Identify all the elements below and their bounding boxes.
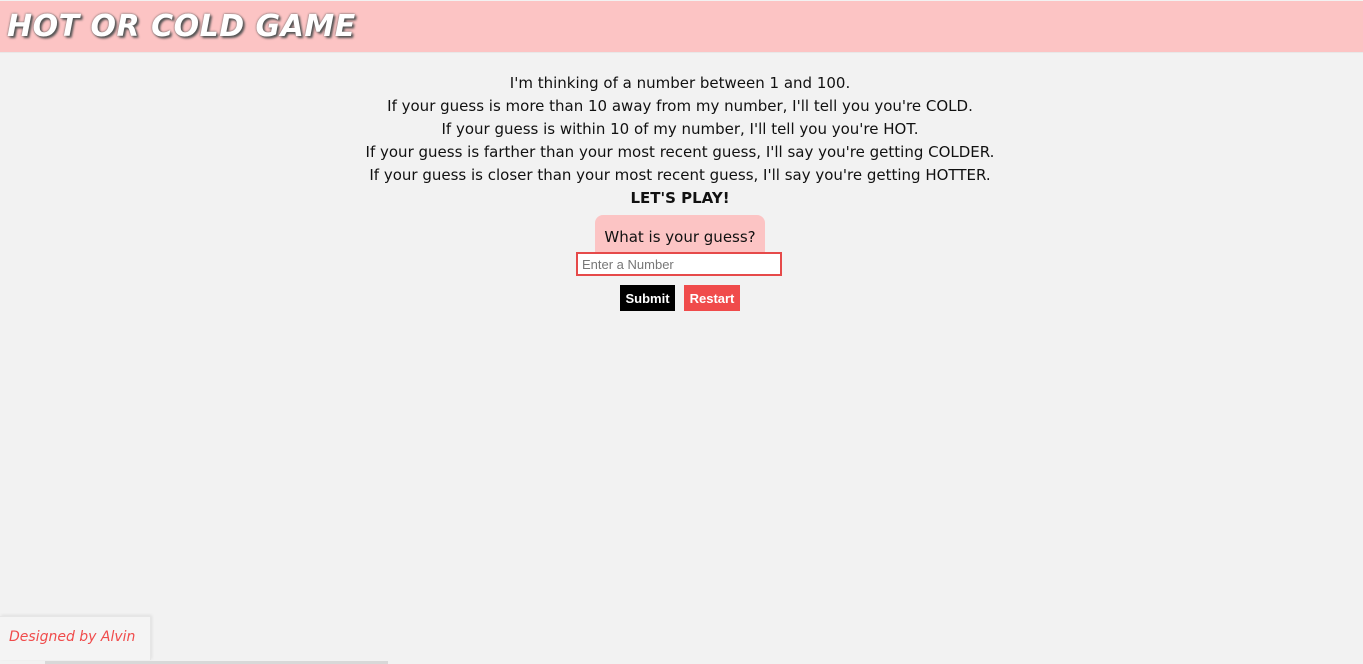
instruction-line: If your guess is within 10 of my number,… (441, 120, 919, 138)
instruction-line: I'm thinking of a number between 1 and 1… (509, 74, 851, 92)
game-instructions: I'm thinking of a number between 1 and 1… (0, 72, 1360, 210)
guess-prompt: What is your guess? (595, 215, 765, 253)
restart-button[interactable]: Restart (684, 285, 740, 311)
submit-button[interactable]: Submit (620, 285, 675, 311)
footer-credit: Designed by Alvin (0, 616, 151, 660)
app-header: HOT OR COLD GAME (0, 1, 1363, 53)
guess-input[interactable] (576, 252, 782, 276)
instruction-line: If your guess is farther than your most … (365, 143, 995, 161)
lets-play-heading: LET'S PLAY! (630, 189, 730, 207)
guess-prompt-label: What is your guess? (604, 228, 756, 246)
designer-credit: Designed by Alvin (9, 629, 136, 645)
instruction-line: If your guess is closer than your most r… (369, 166, 991, 184)
app-title: HOT OR COLD GAME (7, 9, 356, 44)
instruction-line: If your guess is more than 10 away from … (387, 97, 973, 115)
